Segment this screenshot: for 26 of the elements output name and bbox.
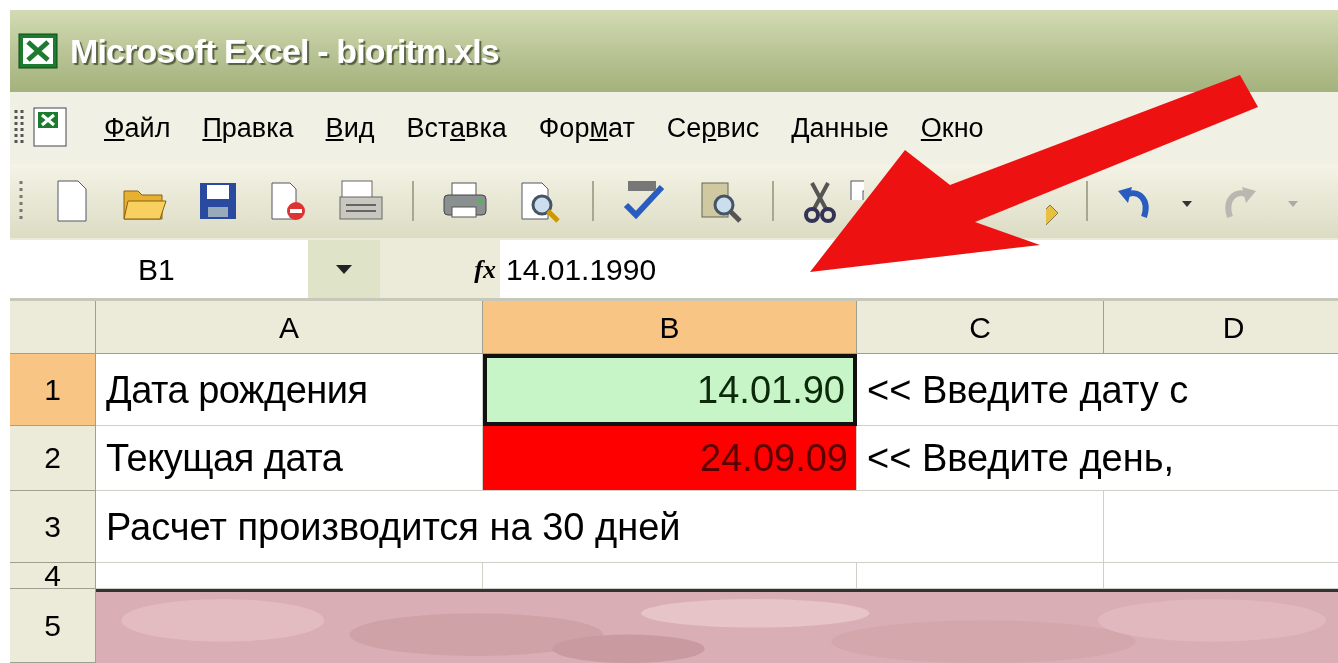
column-header[interactable]: D [1104, 301, 1338, 354]
table-cell: Расчет производится на 30 дней [96, 491, 1104, 563]
menu-item[interactable]: Данные [777, 103, 903, 153]
row-header[interactable]: 1 [10, 354, 96, 426]
column-header[interactable]: C [857, 301, 1104, 354]
name-box[interactable]: B1 [10, 240, 308, 298]
menu-item[interactable]: Вид [311, 103, 389, 153]
menu-item[interactable]: Файл [90, 103, 185, 153]
function-label[interactable]: fx [474, 249, 496, 289]
menu-item[interactable]: Правка [188, 103, 308, 153]
formula-input[interactable]: 14.01.1990 [500, 240, 1338, 298]
row-header[interactable]: 2 [10, 426, 96, 491]
menu-item[interactable]: Формат [524, 103, 649, 153]
window-title: Microsoft Excel - bioritm.xls [70, 30, 499, 72]
table-cell: << Введите дату с [857, 354, 1338, 426]
menu-item[interactable]: Сервис [652, 103, 774, 153]
date-cell: 14.01.90 [483, 354, 857, 426]
row-header[interactable]: 5 [10, 589, 96, 663]
row-header[interactable]: 3 [10, 491, 96, 563]
date-cell: 24.09.09 [483, 426, 857, 491]
row-header[interactable]: 4 [10, 563, 96, 589]
column-header[interactable]: A [96, 301, 483, 354]
table-cell: << Введите день, [857, 426, 1338, 491]
menu-item[interactable]: Окно [906, 103, 998, 153]
column-header[interactable]: B [483, 301, 857, 354]
menu-item[interactable]: Вставка [392, 103, 521, 153]
